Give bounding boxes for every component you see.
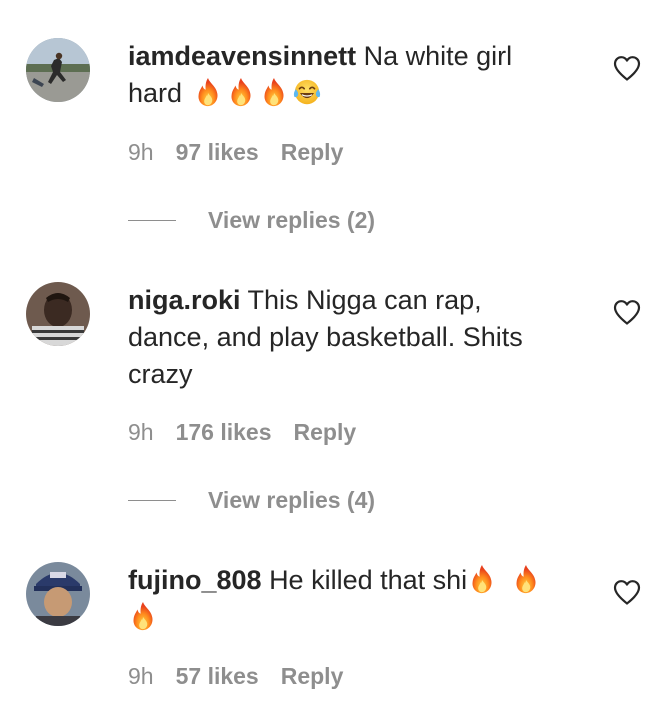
tears-of-joy-emoji	[292, 77, 322, 107]
comment-username[interactable]: iamdeavensinnett	[128, 41, 356, 71]
heart-outline-icon[interactable]	[612, 578, 642, 606]
comment-time: 9h	[128, 663, 154, 689]
comment-time: 9h	[128, 139, 154, 165]
comment-body: fujino_808 He killed that shi	[128, 562, 568, 636]
avatar[interactable]	[26, 562, 90, 626]
view-replies-label[interactable]: View replies (4)	[208, 486, 375, 514]
comment-text: He killed that shi	[269, 565, 468, 595]
heart-outline-icon[interactable]	[612, 298, 642, 326]
avatar[interactable]	[26, 282, 90, 346]
replies-divider	[128, 500, 176, 501]
fire-emoji	[193, 77, 223, 107]
fire-emoji	[259, 77, 289, 107]
comment-username[interactable]: fujino_808	[128, 565, 262, 595]
comment-username[interactable]: niga.roki	[128, 285, 241, 315]
comment-likes[interactable]: 57 likes	[176, 662, 259, 690]
comment-body: niga.roki This Nigga can rap, dance, and…	[128, 282, 568, 393]
comments-list: iamdeavensinnett Na white girl hard 9h 97…	[0, 0, 648, 726]
comment-body: iamdeavensinnett Na white girl hard	[128, 38, 568, 112]
reply-button[interactable]: Reply	[281, 138, 344, 166]
comment-time: 9h	[128, 419, 154, 445]
comment-meta: 9h 57 likes Reply	[128, 662, 365, 690]
heart-outline-icon[interactable]	[612, 54, 642, 82]
fire-emoji	[128, 601, 158, 631]
avatar[interactable]	[26, 38, 90, 102]
reply-button[interactable]: Reply	[294, 418, 357, 446]
fire-emoji	[226, 77, 256, 107]
comment-likes[interactable]: 97 likes	[176, 138, 259, 166]
comment-meta: 9h 176 likes Reply	[128, 418, 378, 446]
replies-divider	[128, 220, 176, 221]
fire-emoji	[511, 564, 541, 594]
comment-likes[interactable]: 176 likes	[176, 418, 272, 446]
view-replies-label[interactable]: View replies (2)	[208, 206, 375, 234]
comment-meta: 9h 97 likes Reply	[128, 138, 365, 166]
fire-emoji	[467, 564, 497, 594]
reply-button[interactable]: Reply	[281, 662, 344, 690]
